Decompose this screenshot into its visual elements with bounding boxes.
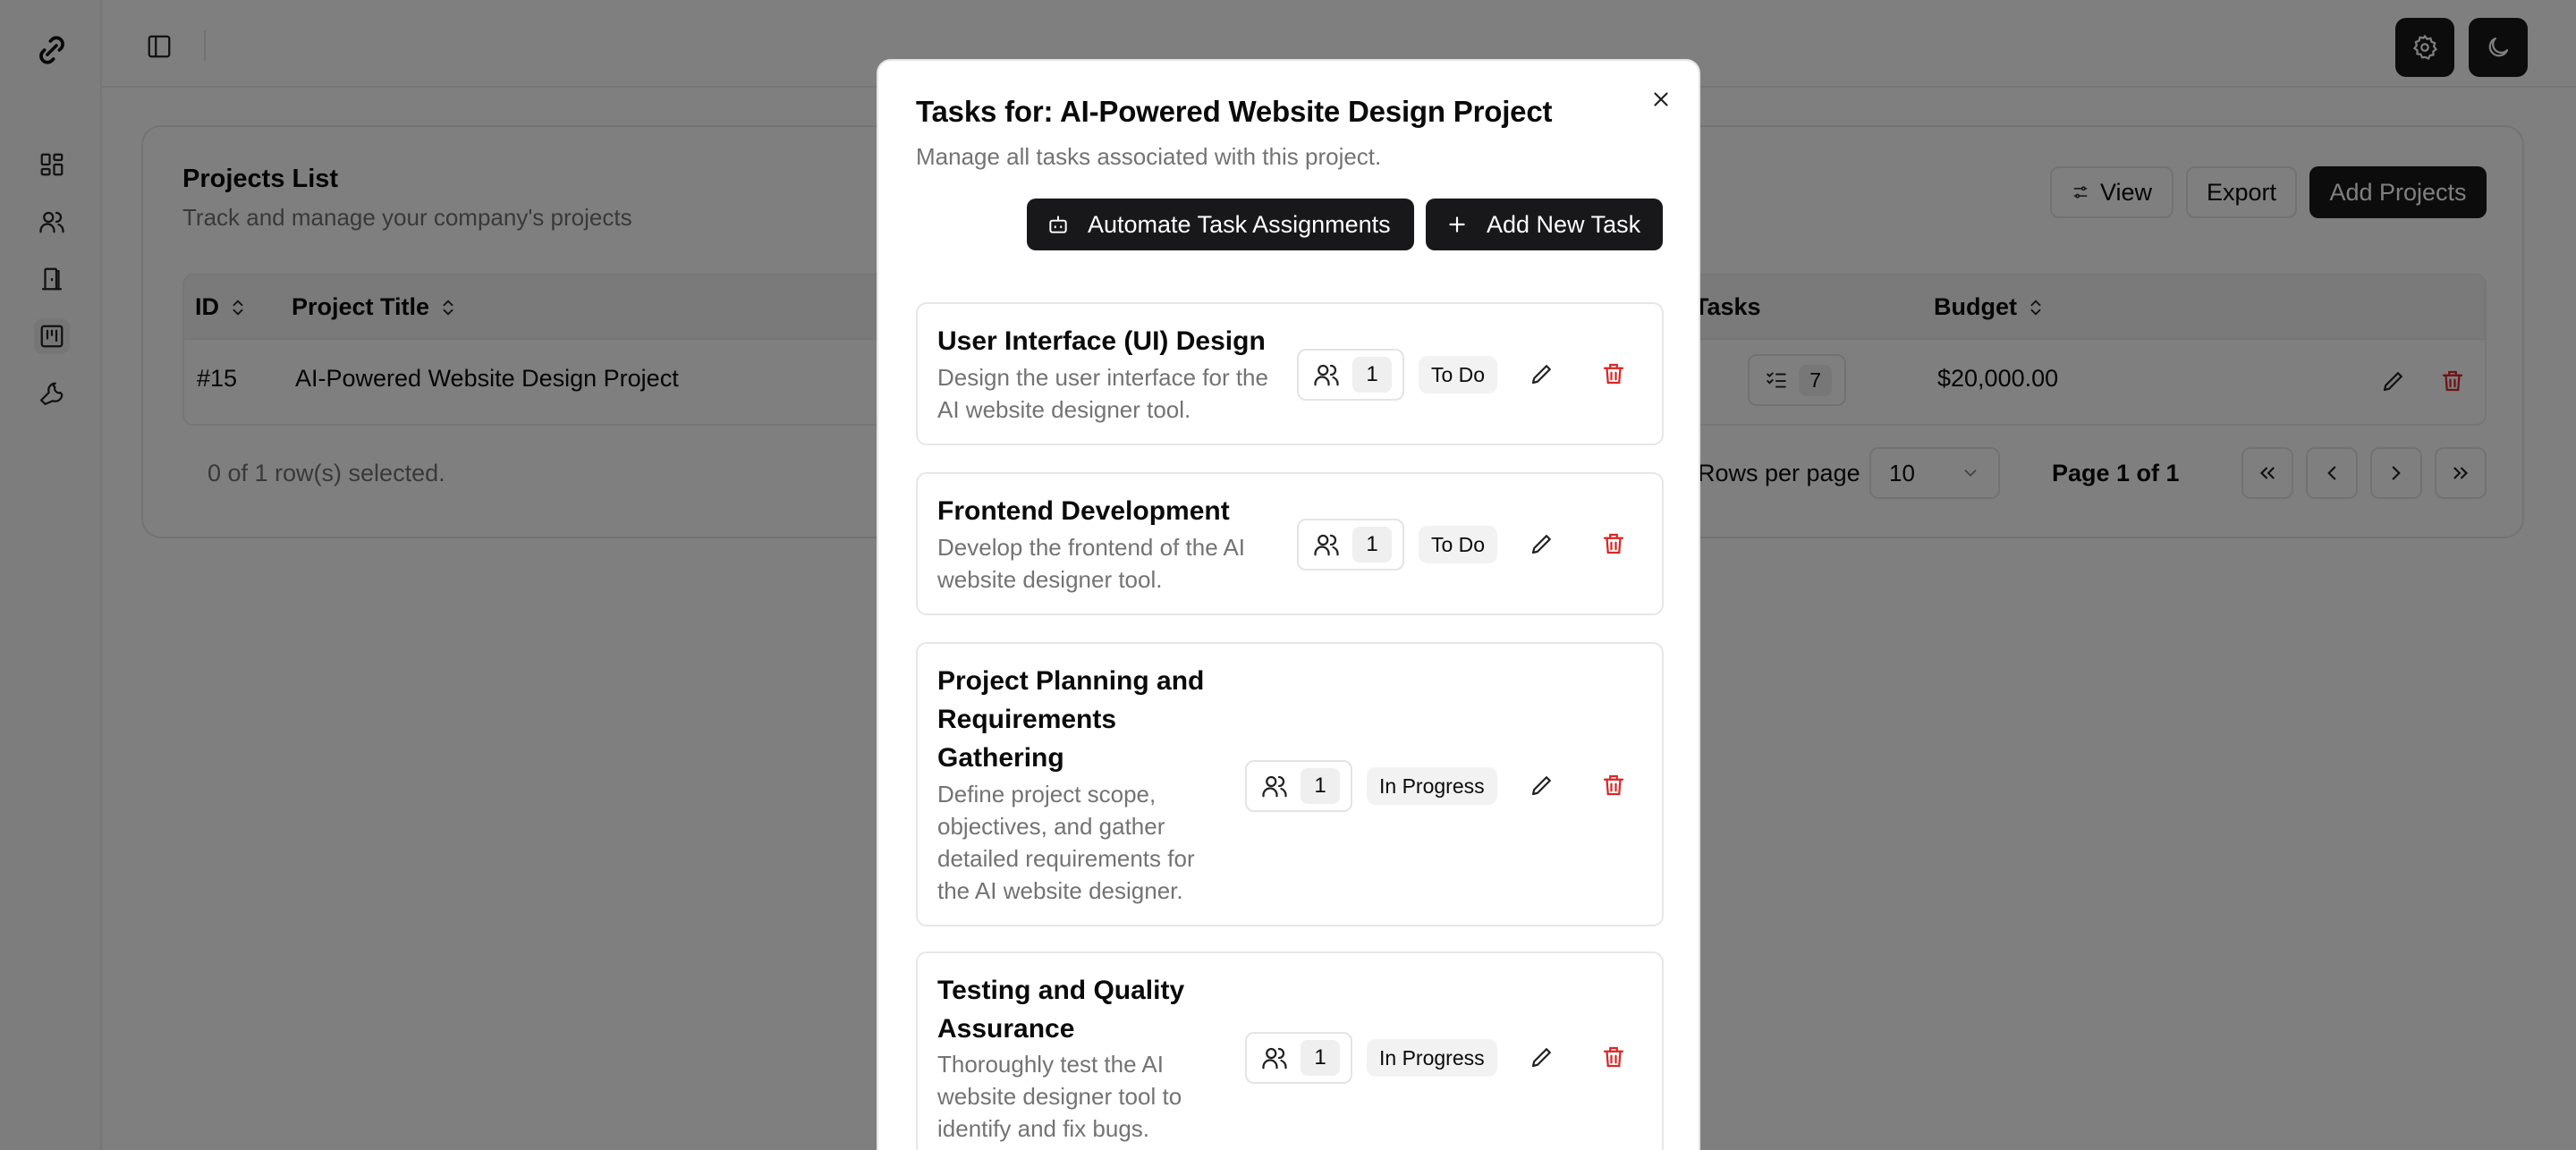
edit-task-button[interactable] <box>1522 354 1562 393</box>
users-icon <box>1262 775 1287 798</box>
pencil-icon <box>1531 365 1551 385</box>
task-card: Testing and Quality Assurance Thoroughly… <box>916 951 1664 1150</box>
assignee-count: 1 <box>1352 527 1392 562</box>
trash-icon <box>1603 774 1624 796</box>
status-badge: In Progress <box>1367 1039 1497 1077</box>
delete-task-button[interactable] <box>1594 524 1633 563</box>
task-description: Develop the frontend of the AI website d… <box>937 534 1246 593</box>
assignees-button[interactable]: 1 <box>1297 519 1404 571</box>
delete-task-button[interactable] <box>1594 354 1633 393</box>
users-icon <box>1314 364 1339 386</box>
task-card: User Interface (UI) Design Design the us… <box>916 302 1664 445</box>
task-description: Define project scope, objectives, and ga… <box>937 781 1195 904</box>
task-title: Frontend Development <box>937 496 1230 526</box>
trash-icon <box>1603 1046 1624 1068</box>
status-badge: To Do <box>1419 526 1498 563</box>
task-title: Project Planning and Requirements Gather… <box>937 666 1205 773</box>
status-badge: In Progress <box>1367 767 1497 805</box>
task-description: Design the user interface for the AI web… <box>937 364 1268 423</box>
automate-label: Automate Task Assignments <box>1088 210 1391 238</box>
pencil-icon <box>1531 535 1551 554</box>
add-task-label: Add New Task <box>1487 210 1641 238</box>
assignee-count: 1 <box>1301 1040 1340 1076</box>
edit-task-button[interactable] <box>1522 1037 1562 1077</box>
task-description: Thoroughly test the AI website designer … <box>937 1051 1182 1142</box>
automate-task-assignments-button[interactable]: Automate Task Assignments <box>1027 199 1414 250</box>
task-card: Project Planning and Requirements Gather… <box>916 642 1664 926</box>
assignees-button[interactable]: 1 <box>1297 349 1404 401</box>
close-icon <box>1654 92 1668 106</box>
dialog-description: Manage all tasks associated with this pr… <box>916 143 1382 170</box>
assignee-count: 1 <box>1352 357 1392 393</box>
assignees-button[interactable]: 1 <box>1245 760 1352 812</box>
trash-icon <box>1603 363 1624 385</box>
assignees-button[interactable]: 1 <box>1245 1032 1352 1084</box>
task-title: User Interface (UI) Design <box>937 326 1266 356</box>
trash-icon <box>1603 533 1624 554</box>
pencil-icon <box>1531 1048 1551 1068</box>
dialog-title: Tasks for: AI-Powered Website Design Pro… <box>916 95 1553 128</box>
edit-task-button[interactable] <box>1522 765 1562 805</box>
bot-icon <box>1049 216 1067 233</box>
close-button[interactable] <box>1646 84 1676 114</box>
delete-task-button[interactable] <box>1594 765 1633 805</box>
assignee-count: 1 <box>1301 768 1340 804</box>
edit-task-button[interactable] <box>1522 524 1562 563</box>
status-badge: To Do <box>1419 356 1498 393</box>
task-title: Testing and Quality Assurance <box>937 976 1185 1044</box>
pencil-icon <box>1531 776 1551 796</box>
add-new-task-button[interactable]: Add New Task <box>1426 199 1663 250</box>
tasks-dialog: Tasks for: AI-Powered Website Design Pro… <box>877 59 1700 1150</box>
users-icon <box>1314 534 1339 556</box>
task-card: Frontend Development Develop the fronten… <box>916 472 1664 615</box>
plus-icon <box>1449 216 1465 233</box>
delete-task-button[interactable] <box>1594 1037 1633 1077</box>
users-icon <box>1262 1047 1287 1070</box>
